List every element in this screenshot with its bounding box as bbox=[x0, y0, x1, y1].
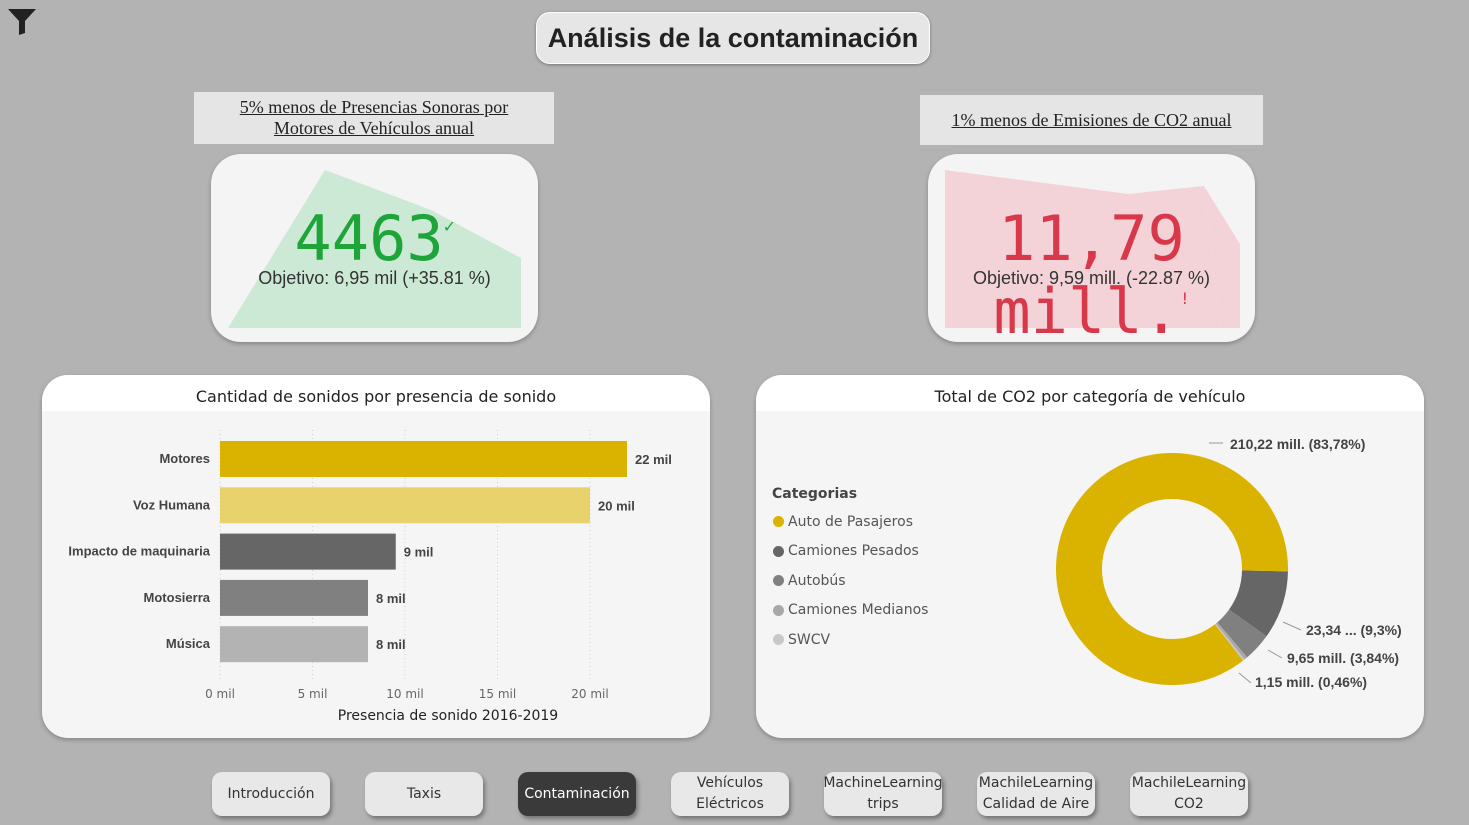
x-axis-title: Presencia de sonido 2016-2019 bbox=[338, 708, 558, 724]
kpi-sound-label-text: 5% menos de Presencias Sonoras por Motor… bbox=[239, 97, 509, 138]
page-title: Análisis de la contaminación bbox=[536, 12, 930, 64]
donut-data-label: 210,22 mill. (83,78%) bbox=[1230, 436, 1365, 452]
nav-button-label: Introducción bbox=[227, 785, 315, 802]
kpi-co2-card[interactable]: 11,79 mill.! Objetivo: 9,59 mill. (-22.8… bbox=[928, 154, 1255, 342]
alert-icon: ! bbox=[1180, 289, 1190, 308]
bar-category-label: Impacto de maquinaria bbox=[68, 544, 210, 559]
kpi-sound-value-text: 4463 bbox=[294, 202, 444, 275]
nav-button-label: MachileLearning CO2 bbox=[1131, 775, 1247, 812]
bar-chart-panel: Cantidad de sonidos por presencia de son… bbox=[42, 375, 710, 738]
nav-button-label: MachileLearning Calidad de Aire bbox=[978, 775, 1094, 812]
nav-button[interactable]: Introducción bbox=[212, 772, 330, 816]
nav-button[interactable]: Vehículos Eléctricos bbox=[671, 772, 789, 816]
bar-category-label: Música bbox=[166, 636, 211, 651]
kpi-sound-target: Objetivo: 6,95 mil (+35.81 %) bbox=[258, 268, 491, 288]
donut-chart-panel: Total de CO2 por categoría de vehículo C… bbox=[756, 375, 1424, 738]
donut-data-label: 23,34 ... (9,3%) bbox=[1306, 622, 1402, 638]
kpi-sound-value: 4463✓ bbox=[211, 202, 538, 275]
nav-button[interactable]: Taxis bbox=[365, 772, 483, 816]
kpi-co2-label: 1% menos de Emisiones de CO2 anual bbox=[920, 95, 1263, 145]
donut-leader-line bbox=[1282, 621, 1302, 631]
bar[interactable] bbox=[220, 579, 368, 616]
x-tick-label: 15 mil bbox=[479, 687, 516, 701]
x-tick-label: 5 mil bbox=[298, 687, 328, 701]
kpi-sound-card[interactable]: 4463✓ Objetivo: 6,95 mil (+35.81 %) bbox=[211, 154, 538, 342]
bar-data-label: 22 mil bbox=[635, 452, 672, 467]
bar-data-label: 9 mil bbox=[404, 545, 434, 560]
nav-button[interactable]: Contaminación bbox=[518, 772, 636, 816]
bar-category-label: Motores bbox=[159, 451, 210, 466]
nav-button-label: Vehículos Eléctricos bbox=[696, 775, 764, 812]
page-title-text: Análisis de la contaminación bbox=[547, 22, 919, 53]
nav-button-label: MachineLearning trips bbox=[823, 775, 943, 812]
check-icon: ✓ bbox=[443, 216, 455, 237]
x-tick-label: 0 mil bbox=[205, 687, 235, 701]
donut-chart: 210,22 mill. (83,78%) 23,34 ... (9,3%) 9,6… bbox=[1056, 436, 1402, 690]
kpi-co2-target: Objetivo: 9,59 mill. (-22.87 %) bbox=[972, 268, 1211, 288]
bar-data-label: 20 mil bbox=[598, 498, 635, 513]
donut-leader-line bbox=[1238, 672, 1252, 684]
x-tick-label: 20 mil bbox=[571, 687, 608, 701]
nav-button-label: Contaminación bbox=[524, 785, 630, 802]
nav-button[interactable]: MachileLearning Calidad de Aire bbox=[977, 772, 1095, 816]
bar[interactable] bbox=[220, 487, 590, 524]
bar-data-label: 8 mil bbox=[376, 591, 406, 606]
bar-chart: 0 mil 5 mil 10 mil 15 mil 20 mil Motores 22 mi… bbox=[68, 430, 672, 724]
nav-button[interactable]: MachileLearning CO2 bbox=[1130, 772, 1248, 816]
nav-button-label: Taxis bbox=[406, 785, 442, 802]
bar[interactable] bbox=[220, 533, 396, 570]
bar-category-label: Voz Humana bbox=[133, 497, 211, 512]
bar-data-label: 8 mil bbox=[376, 637, 406, 652]
bar[interactable] bbox=[220, 626, 368, 663]
x-tick-label: 10 mil bbox=[386, 687, 423, 701]
kpi-co2-label-text: 1% menos de Emisiones de CO2 anual bbox=[951, 109, 1232, 130]
donut-data-label: 9,65 mill. (3,84%) bbox=[1287, 650, 1399, 666]
kpi-sound-label: 5% menos de Presencias Sonoras por Motor… bbox=[194, 92, 554, 144]
donut-leader-line bbox=[1267, 649, 1283, 659]
bar-category-label: Motosierra bbox=[144, 590, 211, 605]
nav-button[interactable]: MachineLearning trips bbox=[823, 772, 943, 816]
filter-icon[interactable] bbox=[6, 6, 38, 36]
donut-data-label: 1,15 mill. (0,46%) bbox=[1255, 674, 1367, 690]
bar[interactable] bbox=[220, 441, 627, 477]
